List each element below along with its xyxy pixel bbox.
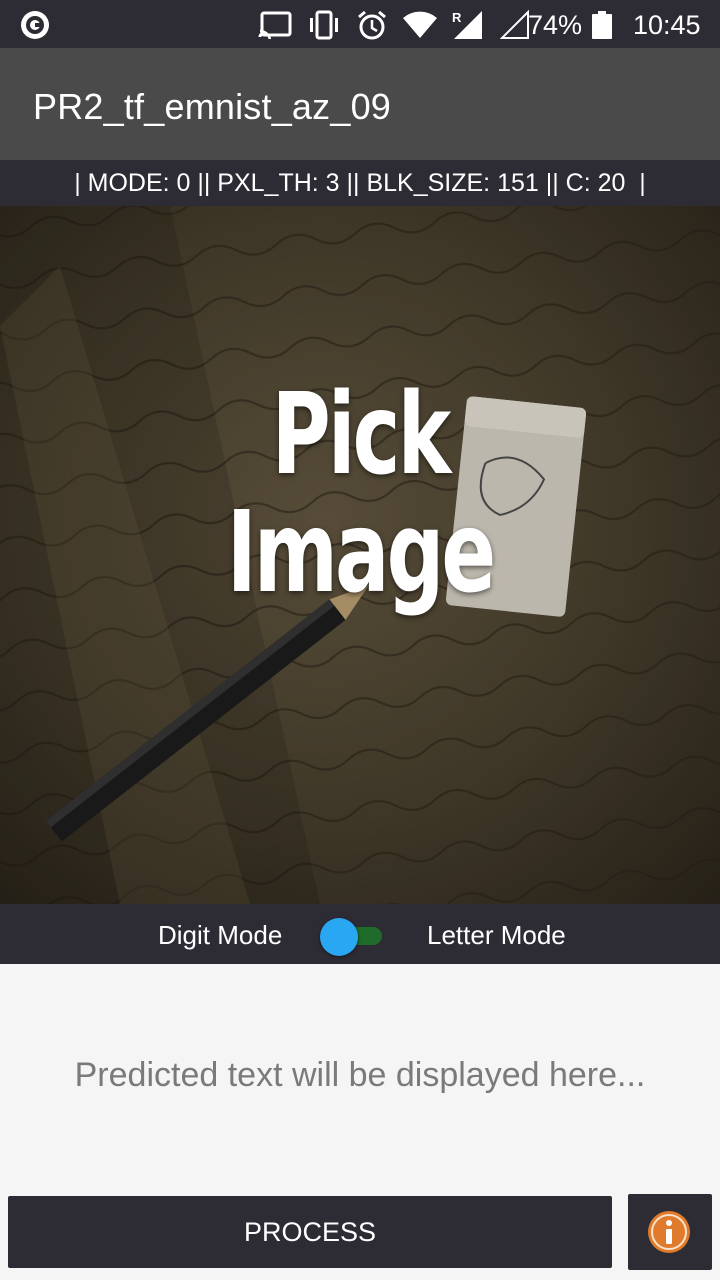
letter-mode-label: Letter Mode — [427, 920, 566, 950]
app-bar: PR2_tf_emnist_az_09 — [0, 48, 720, 160]
vibrate-icon — [310, 10, 338, 40]
app-title: PR2_tf_emnist_az_09 — [33, 86, 392, 127]
wifi-icon — [403, 11, 437, 38]
pick-image-label: Pick Image — [226, 370, 496, 618]
process-button[interactable]: PROCESS — [8, 1196, 612, 1268]
alarm-icon — [358, 10, 386, 40]
battery-percent: 74% — [528, 10, 583, 40]
switch-thumb[interactable] — [320, 918, 358, 956]
mode-toggle-switch[interactable] — [320, 918, 384, 956]
status-icons: R — [258, 8, 530, 42]
digit-mode-label: Digit Mode — [158, 920, 283, 950]
status-time: 10:45 — [633, 10, 701, 40]
mode-row: Digit Mode Letter Mode — [0, 904, 720, 964]
status-bar: R 74% 10:45 — [0, 0, 720, 48]
info-button[interactable] — [628, 1194, 712, 1270]
app-notification-icon — [21, 11, 49, 39]
battery-icon — [592, 11, 612, 39]
cast-icon — [258, 11, 292, 39]
prediction-area: Predicted text will be displayed here... — [0, 964, 720, 1190]
svg-text:R: R — [452, 10, 462, 25]
predicted-text: Predicted text will be displayed here... — [74, 1056, 646, 1094]
signal-empty-icon — [500, 10, 529, 39]
signal-roaming-icon: R — [452, 10, 482, 39]
info-icon — [648, 1211, 690, 1253]
params-bar: | MODE: 0 || PXL_TH: 3 || BLK_SIZE: 151 … — [0, 160, 720, 206]
pick-image-area[interactable]: Pick Image — [0, 206, 720, 904]
